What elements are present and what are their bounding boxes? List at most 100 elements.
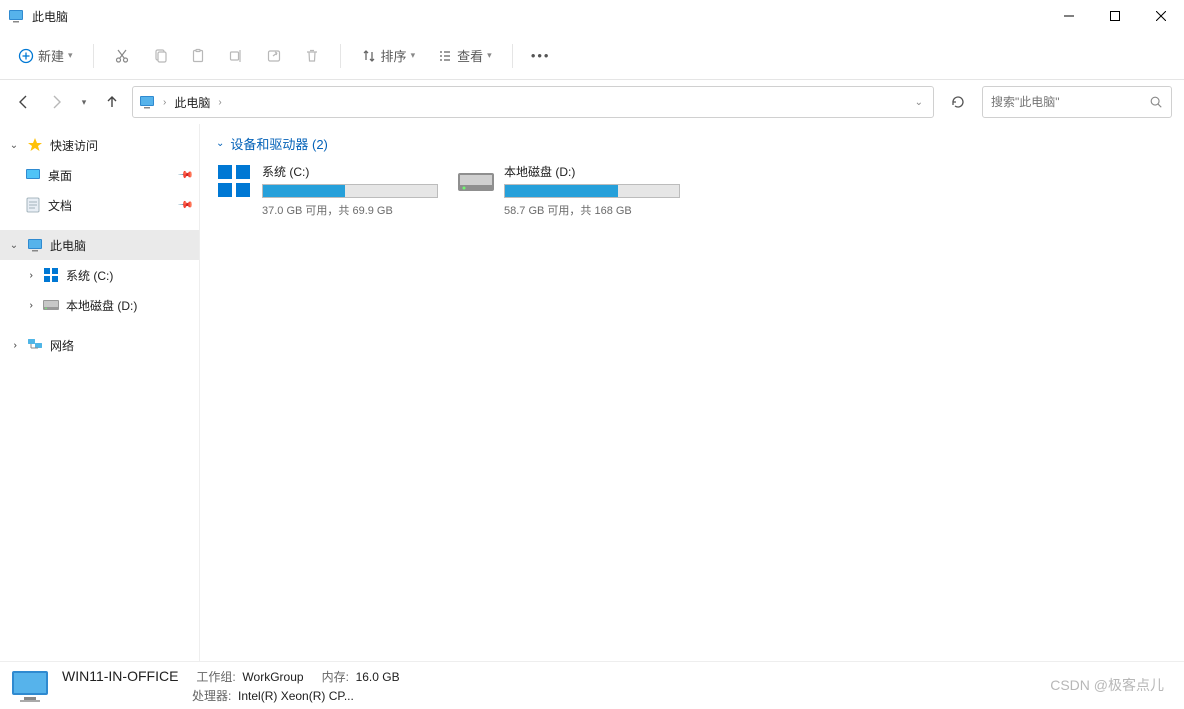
view-icon — [437, 48, 453, 64]
star-icon — [26, 137, 44, 153]
app-icon — [8, 8, 24, 24]
back-button[interactable] — [12, 90, 36, 114]
copy-button[interactable] — [144, 42, 176, 70]
breadcrumb-item[interactable]: 此电脑 — [174, 94, 210, 111]
status-details: WIN11-IN-OFFICE 工作组: WorkGroup 内存: 16.0 … — [62, 668, 400, 704]
share-button[interactable] — [258, 42, 290, 70]
chevron-right-icon[interactable]: ⌄ — [25, 269, 36, 281]
drive-windows-icon — [42, 267, 60, 283]
refresh-button[interactable] — [942, 86, 974, 118]
main: ⌄ 快速访问 桌面 📌 文档 📌 ⌄ 此电脑 ⌄ 系统 (C:) ⌄ — [0, 124, 1184, 661]
cut-icon — [114, 48, 130, 64]
memory-label: 内存: — [322, 670, 349, 684]
workgroup-value: WorkGroup — [242, 670, 303, 684]
status-bar: WIN11-IN-OFFICE 工作组: WorkGroup 内存: 16.0 … — [0, 661, 1184, 709]
more-button[interactable]: ••• — [525, 42, 557, 70]
chevron-right-icon[interactable]: ⌄ — [9, 339, 20, 351]
titlebar: 此电脑 — [0, 0, 1184, 32]
tree-item-drive-d[interactable]: ⌄ 本地磁盘 (D:) — [0, 290, 199, 320]
cut-button[interactable] — [106, 42, 138, 70]
drive-status: 37.0 GB 可用，共 69.9 GB — [262, 202, 446, 218]
search-input[interactable] — [991, 95, 1149, 109]
tree-label: 系统 (C:) — [66, 267, 113, 284]
cpu-label: 处理器: — [192, 689, 231, 703]
tree-label: 本地磁盘 (D:) — [66, 297, 137, 314]
plus-circle-icon — [18, 48, 34, 64]
new-label: 新建 — [38, 46, 64, 65]
chevron-down-icon: ▾ — [68, 50, 73, 61]
watermark: CSDN @极客点儿 — [1050, 675, 1164, 695]
drive-icon — [42, 300, 60, 310]
more-icon: ••• — [533, 48, 549, 64]
drive-usage-bar — [504, 184, 680, 198]
tree-label: 文档 — [48, 197, 72, 214]
drive-windows-icon — [216, 163, 252, 199]
network-icon — [26, 337, 44, 353]
close-button[interactable] — [1138, 0, 1184, 32]
toolbar: 新建 ▾ 排序 ▾ 查看 ▾ ••• — [0, 32, 1184, 80]
up-button[interactable] — [100, 90, 124, 114]
workgroup-label: 工作组: — [196, 670, 235, 684]
drive-item-c[interactable]: 系统 (C:) 37.0 GB 可用，共 69.9 GB — [216, 163, 446, 218]
new-button[interactable]: 新建 ▾ — [10, 40, 81, 71]
memory-value: 16.0 GB — [356, 670, 400, 684]
computer-icon — [10, 668, 50, 704]
chevron-down-icon: ▾ — [82, 97, 87, 108]
recent-button[interactable]: ▾ — [76, 90, 92, 114]
trash-icon — [304, 48, 320, 64]
tree-item-drive-c[interactable]: ⌄ 系统 (C:) — [0, 260, 199, 290]
drive-item-d[interactable]: 本地磁盘 (D:) 58.7 GB 可用，共 168 GB — [458, 163, 688, 218]
forward-button[interactable] — [44, 90, 68, 114]
tree-item-documents[interactable]: 文档 📌 — [0, 190, 199, 220]
drive-usage-fill — [263, 185, 345, 197]
section-title: 设备和驱动器 (2) — [230, 134, 328, 153]
drive-status: 58.7 GB 可用，共 168 GB — [504, 202, 688, 218]
chevron-down-icon: ⌄ — [216, 138, 224, 149]
tree-item-desktop[interactable]: 桌面 📌 — [0, 160, 199, 190]
section-header-devices[interactable]: ⌄ 设备和驱动器 (2) — [216, 134, 1168, 153]
rename-button[interactable] — [220, 42, 252, 70]
tree-item-network[interactable]: ⌄ 网络 — [0, 330, 199, 360]
search-box[interactable] — [982, 86, 1172, 118]
maximize-button[interactable] — [1092, 0, 1138, 32]
rename-icon — [228, 48, 244, 64]
chevron-down-icon[interactable]: ⌄ — [8, 140, 20, 151]
sort-button[interactable]: 排序 ▾ — [353, 40, 424, 71]
chevron-down-icon: ▾ — [411, 50, 416, 61]
drive-name: 本地磁盘 (D:) — [504, 163, 688, 180]
pin-icon: 📌 — [176, 167, 193, 184]
document-icon — [24, 197, 42, 213]
sort-label: 排序 — [381, 46, 407, 65]
drive-info: 本地磁盘 (D:) 58.7 GB 可用，共 168 GB — [504, 163, 688, 218]
delete-button[interactable] — [296, 42, 328, 70]
cpu-value: Intel(R) Xeon(R) CP... — [238, 689, 354, 703]
tree-label: 网络 — [50, 337, 74, 354]
monitor-icon — [26, 237, 44, 253]
paste-icon — [190, 48, 206, 64]
tree-item-this-pc[interactable]: ⌄ 此电脑 — [0, 230, 199, 260]
chevron-right-icon: › — [218, 97, 221, 108]
view-button[interactable]: 查看 ▾ — [429, 40, 500, 71]
address-dropdown[interactable]: ⌄ — [911, 97, 927, 108]
sort-icon — [361, 48, 377, 64]
window-controls — [1046, 0, 1184, 32]
drive-icon — [458, 163, 494, 199]
pin-icon: 📌 — [176, 197, 193, 214]
chevron-down-icon: ▾ — [487, 50, 492, 61]
separator — [93, 44, 94, 68]
minimize-button[interactable] — [1046, 0, 1092, 32]
search-icon — [1149, 95, 1163, 109]
chevron-right-icon: › — [163, 97, 166, 108]
paste-button[interactable] — [182, 42, 214, 70]
tree-label: 此电脑 — [50, 237, 86, 254]
address-bar[interactable]: › 此电脑 › ⌄ — [132, 86, 934, 118]
tree-item-quick-access[interactable]: ⌄ 快速访问 — [0, 130, 199, 160]
view-label: 查看 — [457, 46, 483, 65]
window-title: 此电脑 — [32, 8, 68, 25]
computer-name: WIN11-IN-OFFICE — [62, 668, 178, 684]
drive-usage-bar — [262, 184, 438, 198]
chevron-down-icon[interactable]: ⌄ — [8, 240, 20, 251]
nav-row: ▾ › 此电脑 › ⌄ — [0, 80, 1184, 124]
nav-tree: ⌄ 快速访问 桌面 📌 文档 📌 ⌄ 此电脑 ⌄ 系统 (C:) ⌄ — [0, 124, 200, 661]
chevron-right-icon[interactable]: ⌄ — [25, 299, 36, 311]
